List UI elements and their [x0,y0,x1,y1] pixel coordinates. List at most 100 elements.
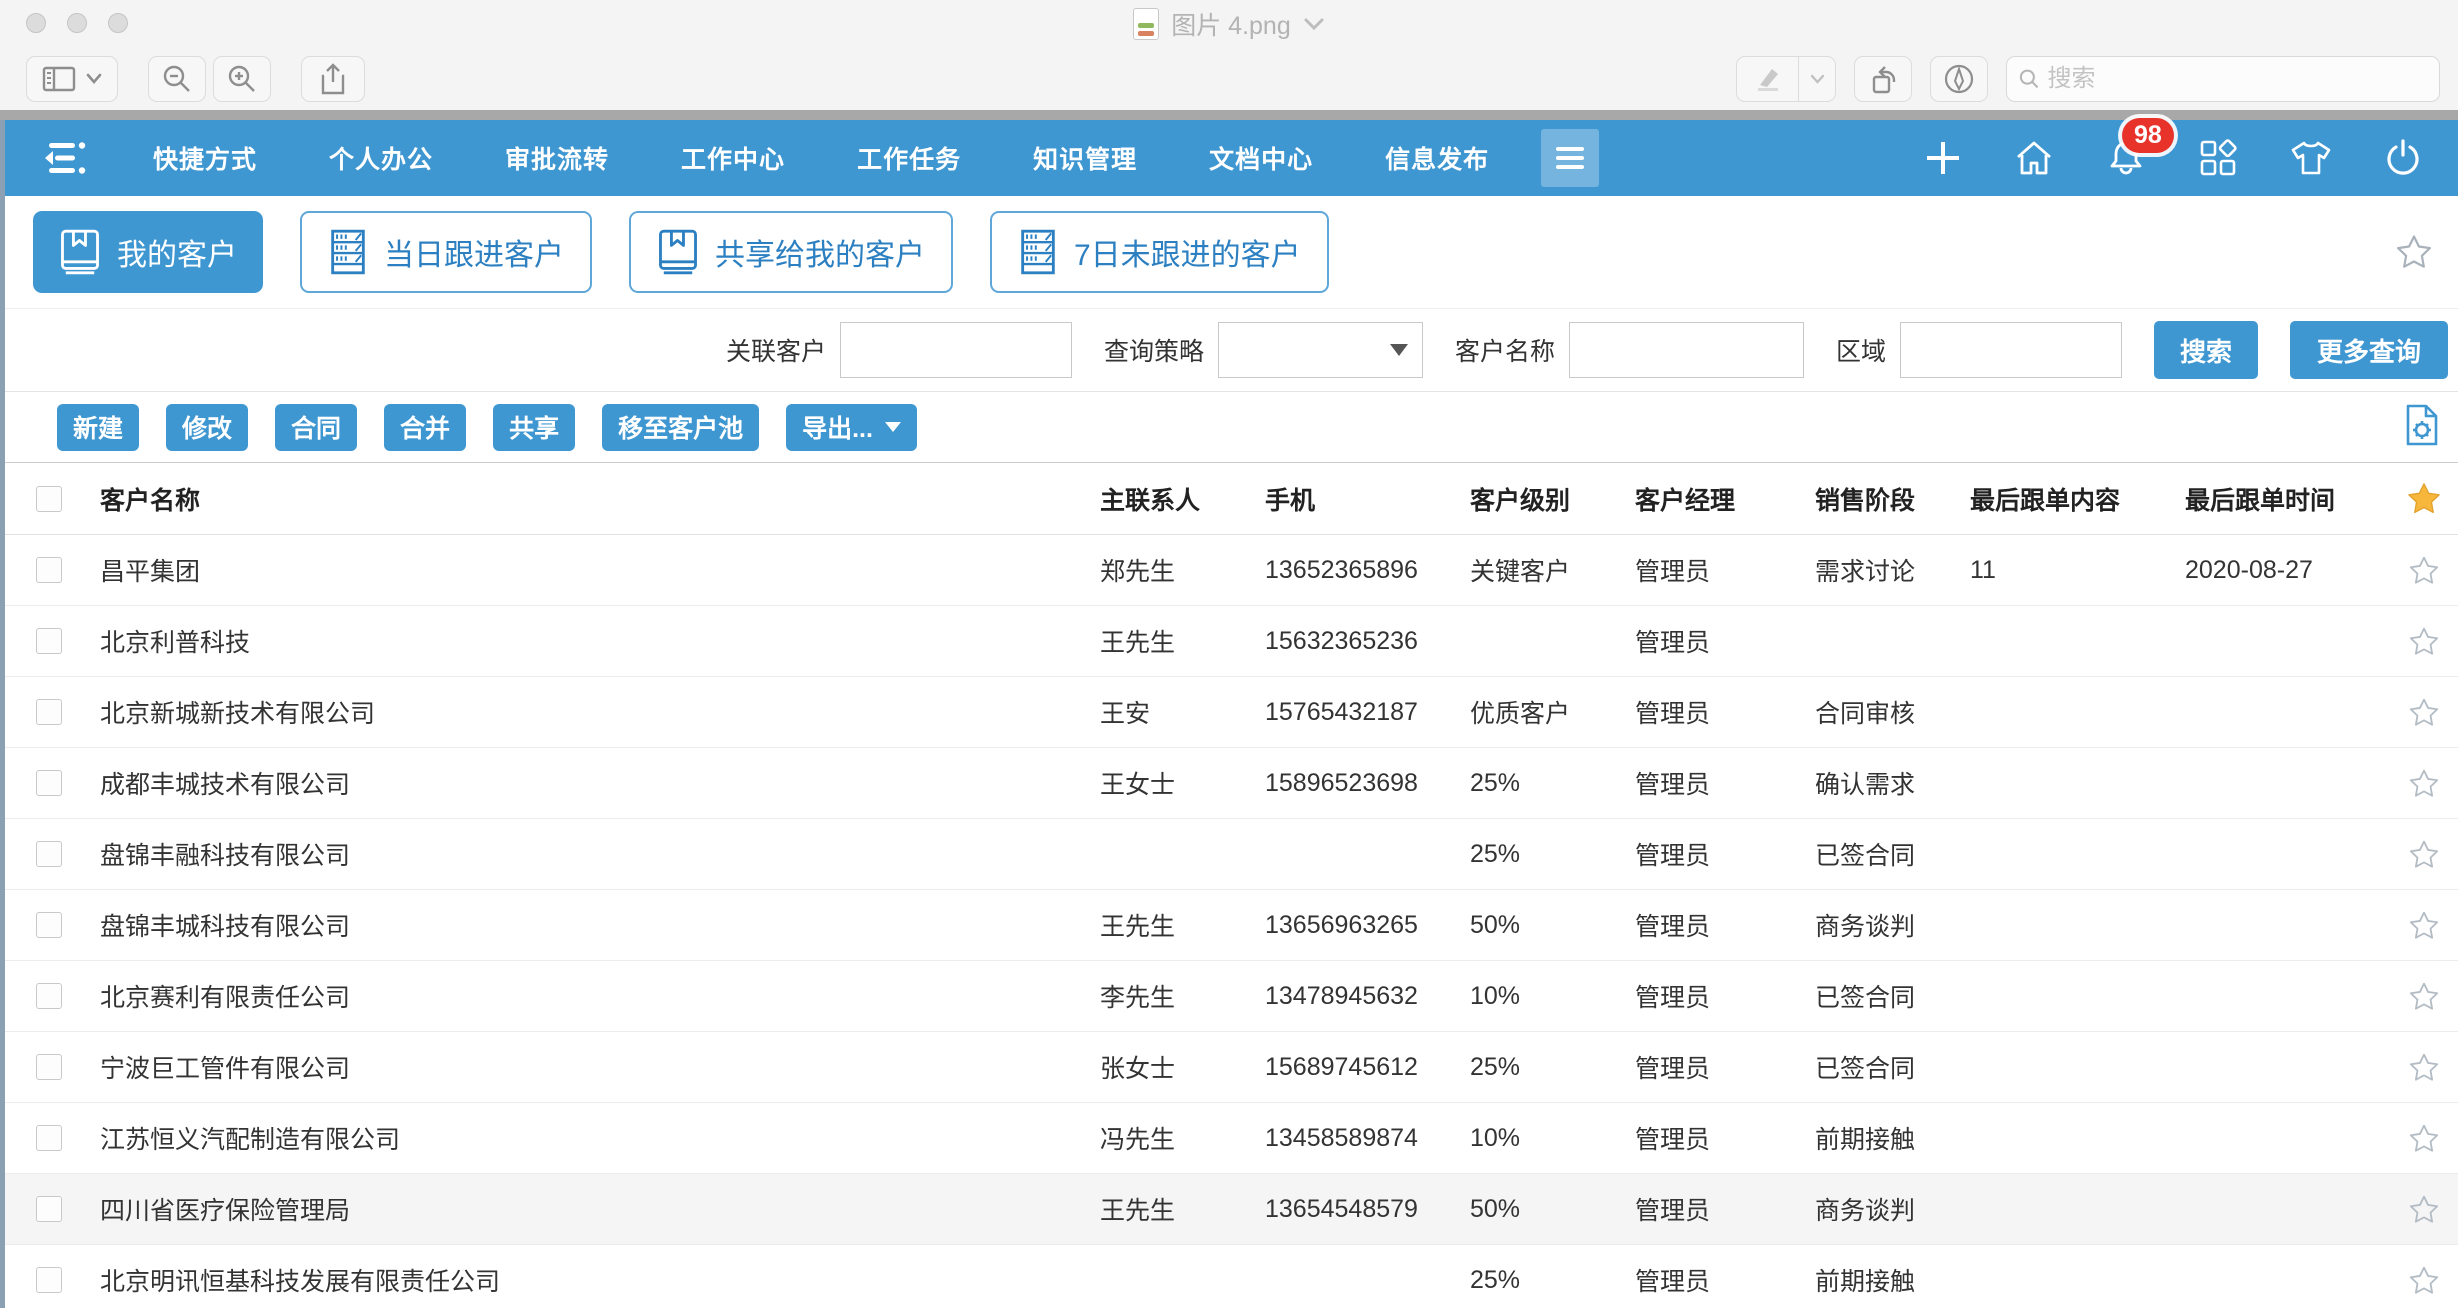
header-last-followup-time[interactable]: 最后跟单时间 [2185,481,2390,517]
nav-menu-item[interactable]: 知识管理 [1033,140,1137,176]
column-settings-button[interactable] [2402,403,2442,447]
home-button[interactable] [2014,139,2054,177]
row-checkbox[interactable] [36,983,62,1009]
action-button[interactable]: 移至客户池 [602,403,760,451]
row-star-icon[interactable] [2390,1195,2458,1224]
table-row[interactable]: 昌平集团 郑先生 13652365896 关键客户 管理员 需求讨论 11 20… [5,535,2458,606]
apps-button[interactable] [2198,138,2238,178]
table-row[interactable]: 盘锦丰融科技有限公司 25% 管理员 已签合同 [5,819,2458,890]
header-star-icon[interactable] [2390,482,2458,515]
theme-button[interactable] [2290,139,2332,177]
cell-sales-stage: 确认需求 [1815,771,1916,799]
view-tab[interactable]: 当日跟进客户 [300,211,592,293]
row-star-icon[interactable] [2390,1053,2458,1082]
header-customer-name[interactable]: 客户名称 [90,481,1100,517]
search-input[interactable] [2047,64,2427,93]
cell-customer-level: 50% [1470,910,1521,939]
view-tab[interactable]: 我的客户 [33,211,263,293]
row-checkbox[interactable] [36,628,62,654]
row-checkbox[interactable] [36,557,62,583]
row-checkbox[interactable] [36,912,62,938]
table-row[interactable]: 宁波巨工管件有限公司 张女士 15689745612 25% 管理员 已签合同 [5,1032,2458,1103]
row-star-icon[interactable] [2390,627,2458,656]
search-button[interactable]: 搜索 [2154,321,2258,379]
toolbar-search-field[interactable] [2006,55,2440,102]
query-strategy-select[interactable] [1217,322,1423,378]
sidebar-toggle-button[interactable] [26,55,118,102]
row-star-icon[interactable] [2390,556,2458,585]
cell-customer-name: 四川省医疗保险管理局 [100,1197,351,1225]
header-mobile[interactable]: 手机 [1265,481,1470,517]
markup-toolbar-button[interactable] [1930,55,1988,102]
nav-menu-item[interactable]: 快捷方式 [153,140,257,176]
cell-customer-manager: 管理员 [1635,1197,1711,1225]
nav-menu-item[interactable]: 个人办公 [329,140,433,176]
nav-menu-item[interactable]: 工作中心 [681,140,785,176]
title-chevron-down-icon[interactable] [1303,17,1325,31]
logout-button[interactable] [2384,138,2422,178]
preview-toolbar [0,47,2458,110]
favorite-page-star-icon[interactable] [2396,235,2432,270]
table-row[interactable]: 盘锦丰城科技有限公司 王先生 13656963265 50% 管理员 商务谈判 [5,890,2458,961]
minimize-window-button[interactable] [67,13,87,33]
view-tab-label: 我的客户 [117,239,237,272]
row-checkbox[interactable] [36,841,62,867]
row-checkbox[interactable] [36,699,62,725]
close-window-button[interactable] [26,13,46,33]
menu-collapse-button[interactable] [43,138,89,178]
cell-main-contact: 王先生 [1100,913,1176,941]
nav-menu-item[interactable]: 文档中心 [1209,140,1313,176]
share-button[interactable] [301,55,365,102]
header-main-contact[interactable]: 主联系人 [1100,481,1265,517]
table-row[interactable]: 成都丰城技术有限公司 王女士 15896523698 25% 管理员 确认需求 [5,748,2458,819]
action-button[interactable]: 导出... [786,403,917,451]
row-star-icon[interactable] [2390,698,2458,727]
action-button[interactable]: 共享 [493,403,576,451]
row-star-icon[interactable] [2390,769,2458,798]
row-checkbox[interactable] [36,1125,62,1151]
add-button[interactable] [1924,139,1962,177]
row-star-icon[interactable] [2390,1266,2458,1295]
view-tab[interactable]: 7日未跟进的客户 [990,211,1329,293]
row-checkbox[interactable] [36,1196,62,1222]
table-row[interactable]: 江苏恒义汽配制造有限公司 冯先生 13458589874 10% 管理员 前期接… [5,1103,2458,1174]
select-all-checkbox[interactable] [36,485,62,512]
header-sales-stage[interactable]: 销售阶段 [1815,481,1970,517]
notifications-button[interactable]: 98 [2106,118,2174,178]
row-checkbox[interactable] [36,1267,62,1293]
table-row[interactable]: 北京新城新技术有限公司 王安 15765432187 优质客户 管理员 合同审核 [5,677,2458,748]
row-checkbox[interactable] [36,770,62,796]
region-input[interactable] [1900,322,2122,378]
table-row[interactable]: 北京赛利有限责任公司 李先生 13478945632 10% 管理员 已签合同 [5,961,2458,1032]
action-button[interactable]: 合并 [384,403,467,451]
row-checkbox[interactable] [36,1054,62,1080]
related-customer-input[interactable] [839,322,1072,378]
zoom-window-button[interactable] [108,13,128,33]
action-button[interactable]: 修改 [166,403,249,451]
row-star-icon[interactable] [2390,982,2458,1011]
more-query-button[interactable]: 更多查询 [2290,321,2448,379]
action-button-label: 导出... [802,415,873,443]
header-customer-level[interactable]: 客户级别 [1470,481,1635,517]
row-star-icon[interactable] [2390,1124,2458,1153]
header-customer-manager[interactable]: 客户经理 [1635,481,1815,517]
view-tab[interactable]: 共享给我的客户 [629,211,953,293]
row-star-icon[interactable] [2390,840,2458,869]
table-row[interactable]: 北京利普科技 王先生 15632365236 管理员 [5,606,2458,677]
action-button[interactable]: 合同 [275,403,358,451]
markup-pen-button[interactable] [1736,55,1836,102]
nav-menu-item[interactable]: 审批流转 [505,140,609,176]
nav-menu-item[interactable]: 工作任务 [857,140,961,176]
action-button[interactable]: 新建 [57,403,140,451]
header-last-followup-content[interactable]: 最后跟单内容 [1970,481,2185,517]
customer-name-input[interactable] [1568,322,1804,378]
rotate-left-button[interactable] [1854,55,1912,102]
row-star-icon[interactable] [2390,911,2458,940]
table-row[interactable]: 四川省医疗保险管理局 王先生 13654548579 50% 管理员 商务谈判 [5,1174,2458,1245]
nav-menu-item[interactable]: 信息发布 [1385,140,1489,176]
table-row[interactable]: 北京明讯恒基科技发展有限责任公司 25% 管理员 前期接触 [5,1245,2458,1308]
zoom-out-button[interactable] [148,55,206,102]
nav-more-button[interactable] [1541,129,1600,187]
cell-customer-level: 10% [1470,981,1521,1010]
zoom-in-button[interactable] [213,55,271,102]
